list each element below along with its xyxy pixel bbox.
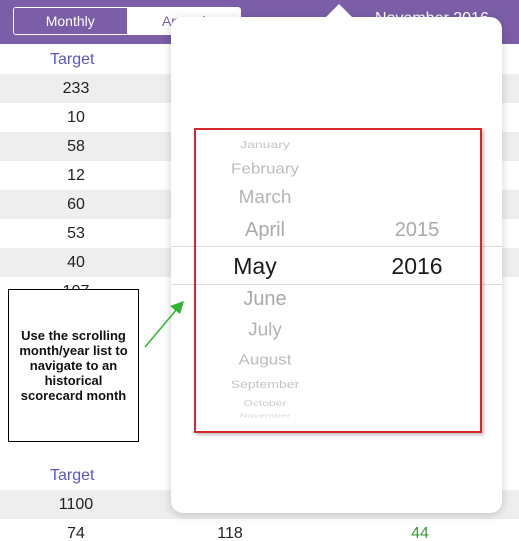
picker-highlight-box [194, 128, 482, 433]
target-value: 1100 [58, 496, 94, 513]
target-value: 233 [62, 80, 90, 97]
target-value: 74 [67, 525, 85, 541]
segment-monthly[interactable]: Monthly [14, 8, 128, 34]
target-column-header: Target [50, 467, 95, 484]
target-value: 12 [67, 167, 85, 184]
actual-value: 118 [217, 525, 243, 541]
target-value: 60 [67, 196, 85, 213]
target-value: 40 [67, 254, 85, 271]
target-value: 10 [67, 109, 85, 126]
target-value: 58 [67, 138, 85, 155]
annotation-text: Use the scrolling month/year list to nav… [19, 328, 128, 403]
popover-arrow [325, 4, 353, 18]
annotation-callout: Use the scrolling month/year list to nav… [8, 289, 139, 442]
target-column-header: Target [50, 51, 95, 68]
variance-value: 44 [411, 525, 429, 541]
table-row: 74 118 44 [0, 519, 519, 541]
target-value: 53 [67, 225, 85, 242]
